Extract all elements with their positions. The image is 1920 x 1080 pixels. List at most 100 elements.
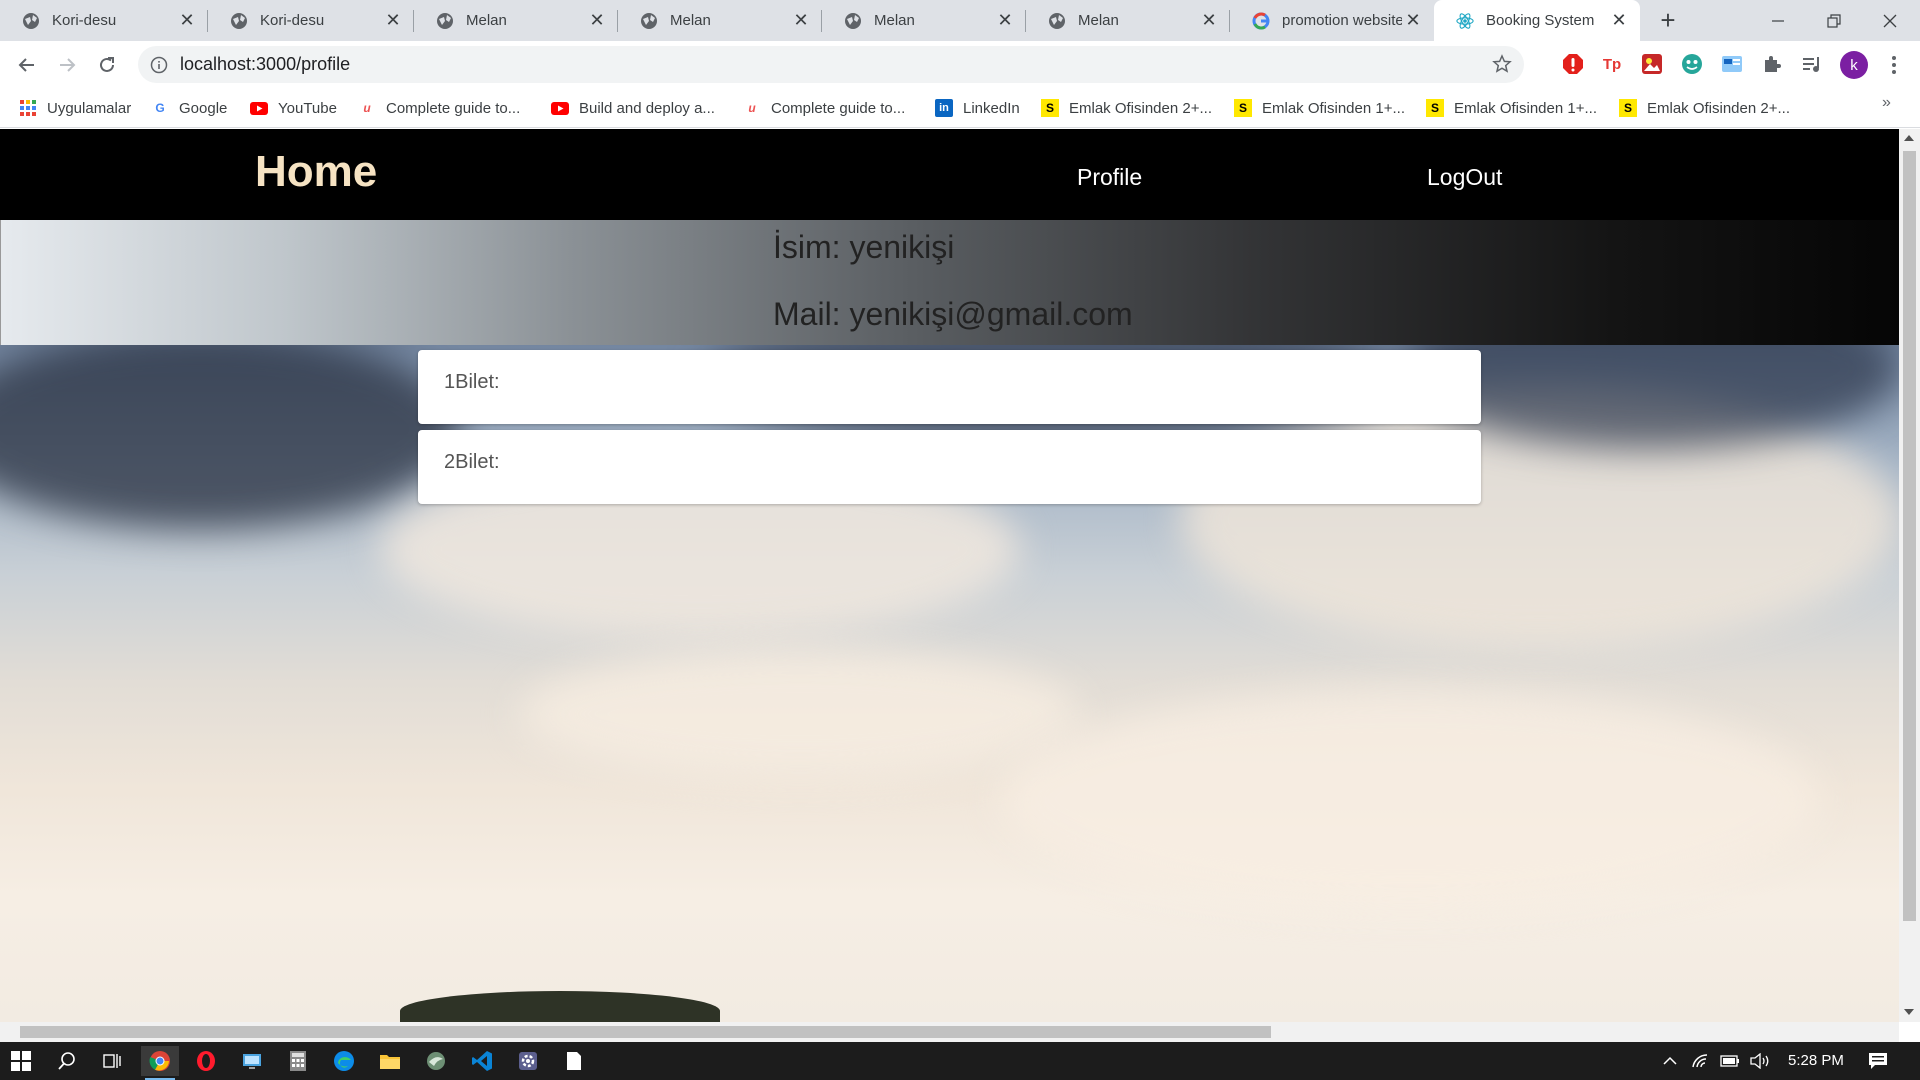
udemy-icon: u	[363, 101, 371, 115]
browser-toolbar: localhost:3000/profile Tp k	[0, 41, 1920, 88]
chrome-icon[interactable]	[141, 1046, 179, 1080]
bookmarks-overflow-button[interactable]: »	[1882, 94, 1891, 112]
bookmark-google[interactable]: G Google	[151, 96, 227, 120]
scroll-up-icon[interactable]	[1904, 135, 1914, 141]
tab-title: Booking System	[1486, 12, 1595, 29]
cheetah-app-icon[interactable]	[417, 1046, 455, 1076]
bookmark-youtube[interactable]: YouTube	[250, 96, 337, 120]
close-icon[interactable]: ✕	[586, 10, 608, 32]
arrow-left-icon	[18, 58, 34, 72]
monitor-app-icon[interactable]	[233, 1046, 271, 1076]
bookmark-build-and-deploy[interactable]: Build and deploy a...	[551, 96, 715, 120]
bookmark-complete-guide-1[interactable]: u Complete guide to...	[358, 96, 520, 120]
star-icon[interactable]	[1492, 54, 1512, 74]
file-explorer-icon[interactable]	[371, 1046, 409, 1076]
minimize-button[interactable]	[1750, 0, 1806, 41]
puzzle-icon[interactable]	[1759, 51, 1785, 77]
vertical-scroll-thumb[interactable]	[1903, 151, 1916, 921]
bookmark-label: Build and deploy a...	[579, 99, 715, 117]
horizontal-scrollbar[interactable]	[0, 1022, 1899, 1042]
tab-booking-system[interactable]: Booking System ✕	[1434, 0, 1640, 41]
close-icon[interactable]: ✕	[1608, 10, 1630, 32]
tab-title: Melan	[670, 12, 711, 29]
apps-grid-icon	[19, 99, 37, 117]
tab-title: Kori-desu	[52, 12, 117, 29]
settings-gear-app-icon[interactable]	[509, 1046, 547, 1076]
ticket-card: 2Bilet:	[418, 430, 1481, 504]
battery-icon[interactable]	[1718, 1051, 1742, 1071]
tab-melan-1[interactable]: Melan ✕	[414, 0, 618, 41]
profile-name: İsim: yenikişi	[773, 229, 955, 265]
bookmark-complete-guide-2[interactable]: u Complete guide to...	[743, 96, 905, 120]
card-extension-icon[interactable]	[1719, 51, 1745, 77]
google-icon: G	[155, 101, 165, 115]
wifi-icon[interactable]	[1688, 1051, 1712, 1071]
bookmark-emlak-2[interactable]: S Emlak Ofisinden 1+...	[1234, 96, 1405, 120]
tab-promotion-website[interactable]: promotion website ✕	[1230, 0, 1434, 41]
profile-avatar[interactable]: k	[1840, 51, 1868, 79]
tab-melan-2[interactable]: Melan ✕	[618, 0, 822, 41]
task-view-icon[interactable]	[93, 1046, 131, 1076]
tab-melan-4[interactable]: Melan ✕	[1026, 0, 1230, 41]
picture-extension-icon[interactable]	[1639, 51, 1665, 77]
info-icon[interactable]	[150, 56, 168, 74]
reload-button[interactable]	[91, 49, 123, 81]
close-icon[interactable]: ✕	[1402, 10, 1424, 32]
windows-start-icon[interactable]	[2, 1046, 40, 1076]
opera-adblock-icon[interactable]	[1560, 51, 1586, 77]
back-button[interactable]	[11, 49, 43, 81]
tab-strip: Kori-desu ✕ Kori-desu ✕ Melan ✕ Melan ✕ …	[0, 0, 1920, 41]
close-icon[interactable]: ✕	[790, 10, 812, 32]
cloud	[520, 649, 1080, 779]
tp-extension-icon[interactable]: Tp	[1599, 51, 1625, 77]
address-text: localhost:3000/profile	[180, 54, 351, 74]
search-icon[interactable]	[48, 1046, 86, 1076]
calculator-icon[interactable]	[279, 1046, 317, 1076]
close-icon[interactable]: ✕	[176, 10, 198, 32]
opera-icon[interactable]	[187, 1046, 225, 1076]
bookmark-linkedin[interactable]: in LinkedIn	[935, 96, 1020, 120]
bookmark-label: Emlak Ofisinden 2+...	[1647, 99, 1790, 117]
notepad-icon[interactable]	[555, 1046, 593, 1076]
media-control-icon[interactable]	[1799, 51, 1825, 77]
tab-kori-desu-1[interactable]: Kori-desu ✕	[0, 0, 208, 41]
globe-icon	[640, 12, 658, 30]
tab-title: promotion website	[1282, 12, 1402, 29]
google-icon	[1252, 11, 1270, 30]
home-link[interactable]: Home	[255, 147, 377, 197]
bookmark-emlak-1[interactable]: S Emlak Ofisinden 2+...	[1041, 96, 1212, 120]
vertical-scrollbar[interactable]	[1899, 129, 1920, 1022]
chevron-up-icon[interactable]	[1658, 1051, 1682, 1071]
horizontal-scroll-thumb[interactable]	[20, 1026, 1271, 1038]
more-menu-icon[interactable]	[1884, 53, 1904, 77]
notification-icon[interactable]	[1866, 1051, 1890, 1071]
bookmark-label: LinkedIn	[963, 99, 1020, 117]
bookmark-apps[interactable]: Uygulamalar	[19, 96, 131, 120]
tab-title: Melan	[1078, 12, 1119, 29]
volume-icon[interactable]	[1748, 1051, 1772, 1071]
edge-icon[interactable]	[325, 1046, 363, 1076]
vscode-icon[interactable]	[463, 1046, 501, 1076]
close-icon[interactable]: ✕	[1198, 10, 1220, 32]
close-icon[interactable]: ✕	[382, 10, 404, 32]
arrow-right-icon	[60, 58, 76, 72]
forward-button[interactable]	[51, 49, 83, 81]
profile-link[interactable]: Profile	[1077, 164, 1142, 191]
bookmark-label: Uygulamalar	[47, 99, 132, 117]
close-window-button[interactable]	[1862, 0, 1918, 41]
scroll-down-icon[interactable]	[1904, 1009, 1914, 1015]
restore-button[interactable]	[1806, 0, 1862, 41]
new-tab-button[interactable]: +	[1653, 6, 1683, 36]
tab-title: Melan	[874, 12, 915, 29]
logout-link[interactable]: LogOut	[1427, 164, 1502, 191]
address-bar[interactable]: localhost:3000/profile	[138, 46, 1524, 83]
taskbar-clock[interactable]: 5:28 PM	[1788, 1052, 1844, 1069]
youtube-icon	[250, 99, 268, 117]
close-icon[interactable]: ✕	[994, 10, 1016, 32]
tab-melan-3[interactable]: Melan ✕	[822, 0, 1026, 41]
tab-kori-desu-2[interactable]: Kori-desu ✕	[208, 0, 414, 41]
bookmark-emlak-3[interactable]: S Emlak Ofisinden 1+...	[1426, 96, 1597, 120]
bookmark-emlak-4[interactable]: S Emlak Ofisinden 2+...	[1619, 96, 1790, 120]
bookmark-label: Complete guide to...	[771, 99, 906, 117]
face-extension-icon[interactable]	[1679, 51, 1705, 77]
